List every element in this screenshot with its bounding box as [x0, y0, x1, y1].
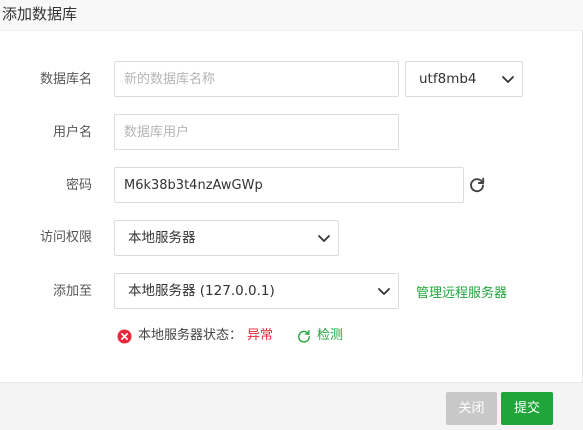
refresh-icon[interactable] — [468, 176, 486, 194]
check-status-link[interactable]: 检测 — [317, 326, 343, 346]
submit-button[interactable]: 提交 — [501, 392, 553, 425]
add-to-select[interactable]: 本地服务器 (127.0.0.1) — [114, 273, 399, 309]
password-label: 密码 — [65, 178, 92, 193]
username-input[interactable] — [114, 114, 399, 150]
manage-remote-server-link[interactable]: 管理远程服务器 — [416, 282, 507, 301]
db-name-input[interactable] — [114, 61, 399, 97]
password-input[interactable] — [114, 167, 464, 203]
dialog-header: 添加数据库 — [0, 0, 583, 31]
username-label: 用户名 — [52, 125, 92, 140]
reload-icon[interactable] — [297, 329, 311, 343]
add-to-label: 添加至 — [52, 284, 92, 299]
server-status-value: 异常 — [247, 328, 274, 343]
chevron-down-icon — [318, 235, 330, 242]
error-circle-icon — [117, 329, 132, 344]
access-select[interactable]: 本地服务器 — [114, 220, 339, 256]
charset-select[interactable]: utf8mb4 — [405, 61, 523, 97]
server-status-label: 本地服务器状态： — [138, 328, 243, 343]
dialog-title: 添加数据库 — [2, 5, 78, 23]
charset-select-value: utf8mb4 — [419, 71, 477, 87]
add-database-dialog: 添加数据库 数据库名 utf8mb4 用户名 密码 访问权限 本地服务器 添加至… — [0, 0, 583, 430]
add-to-select-value: 本地服务器 (127.0.0.1) — [128, 283, 275, 299]
chevron-down-icon — [378, 288, 390, 295]
chevron-down-icon — [502, 76, 514, 83]
access-label: 访问权限 — [39, 230, 92, 245]
db-name-label: 数据库名 — [39, 72, 92, 87]
close-button[interactable]: 关闭 — [446, 392, 497, 425]
access-select-value: 本地服务器 — [128, 230, 196, 246]
